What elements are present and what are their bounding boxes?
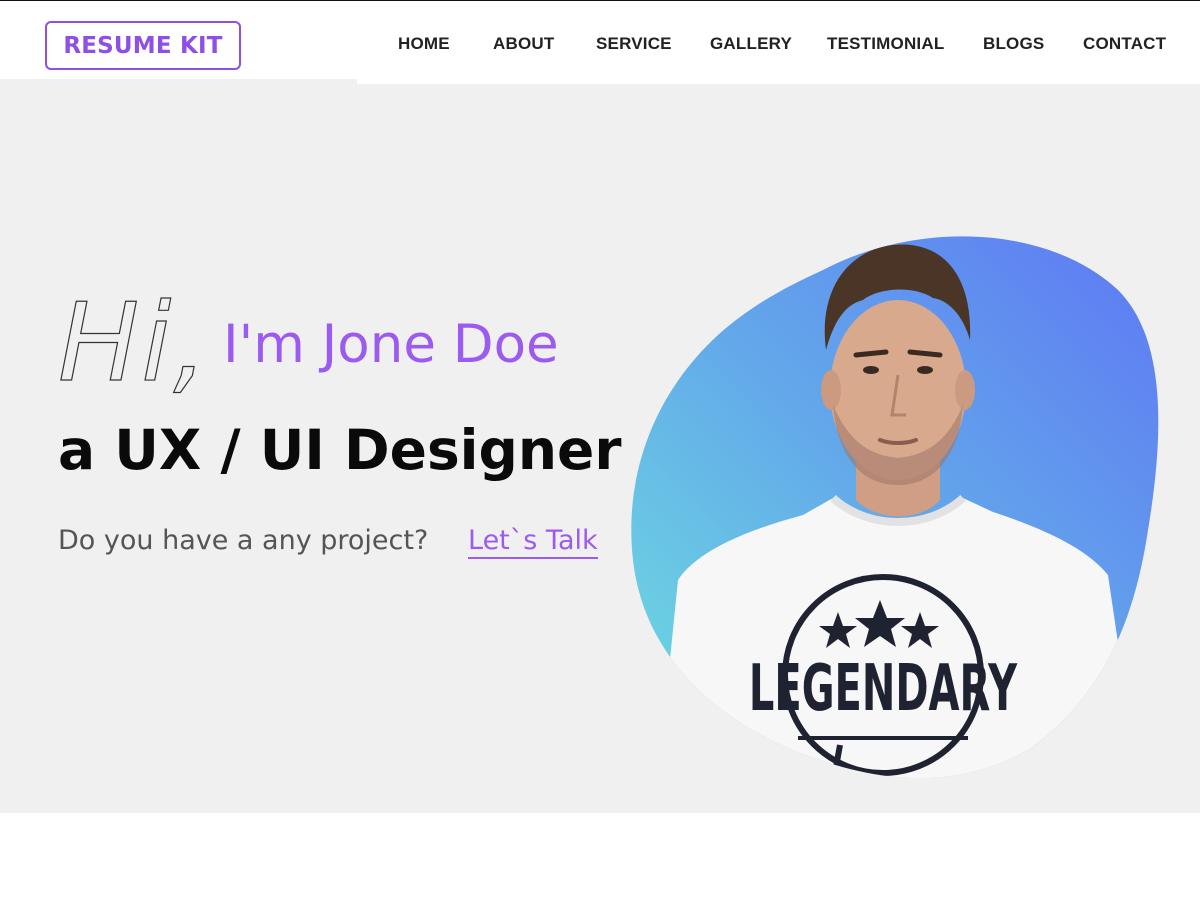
hero-question: Do you have a any project? bbox=[58, 525, 429, 556]
lets-talk-link[interactable]: Let`s Talk bbox=[468, 526, 598, 559]
profile-photo: LEGENDARY bbox=[631, 236, 1159, 778]
shirt-text: LEGENDARY bbox=[749, 650, 1018, 726]
nav-gallery[interactable]: GALLERY bbox=[710, 34, 792, 56]
site-header: RESUME KIT HOME ABOUT SERVICE GALLERY TE… bbox=[0, 0, 1200, 84]
hero-top-edge bbox=[0, 79, 357, 85]
greeting-hi: Hi, bbox=[57, 281, 210, 406]
nav-home[interactable]: HOME bbox=[398, 34, 450, 56]
nav-about[interactable]: ABOUT bbox=[493, 34, 554, 56]
logo-text: RESUME KIT bbox=[63, 32, 223, 59]
hero-role: a UX / UI Designer bbox=[58, 418, 622, 482]
nav-blogs[interactable]: BLOGS bbox=[983, 34, 1044, 56]
nav-service[interactable]: SERVICE bbox=[596, 34, 672, 56]
hero-name: I'm Jone Doe bbox=[223, 314, 559, 375]
nav-testimonial[interactable]: TESTIMONIAL bbox=[827, 34, 944, 56]
nav-contact[interactable]: CONTACT bbox=[1083, 34, 1166, 56]
logo[interactable]: RESUME KIT bbox=[45, 21, 241, 70]
